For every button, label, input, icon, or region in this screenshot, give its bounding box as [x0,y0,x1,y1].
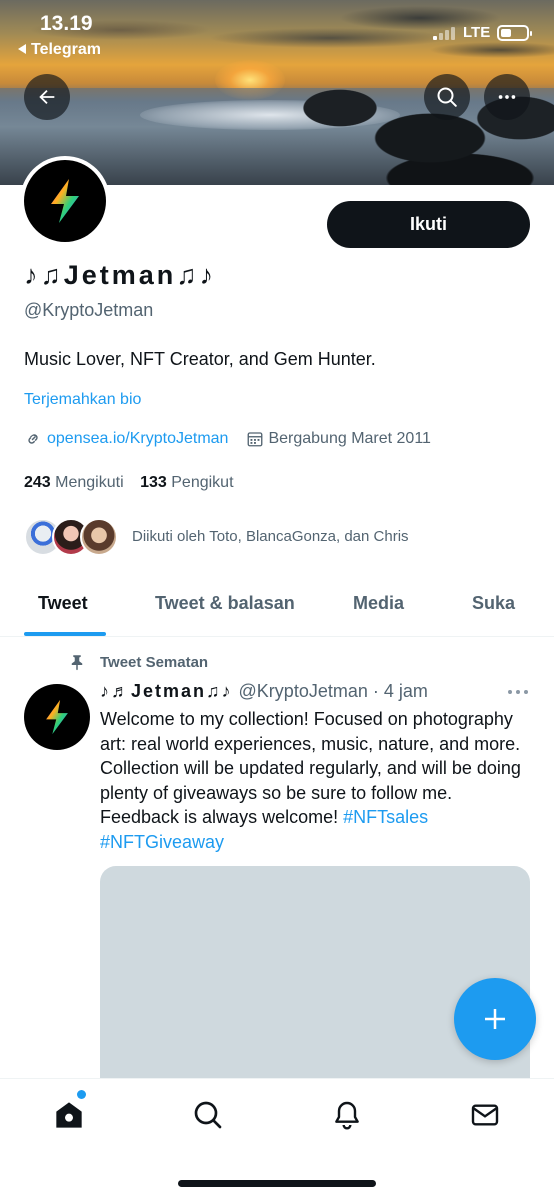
nav-messages[interactable] [469,1099,501,1136]
battery-icon [497,25,532,41]
link-icon [28,434,38,444]
lightning-bolt-icon [46,699,68,735]
search-icon [437,87,457,107]
avatar-image [24,160,106,242]
search-button[interactable] [424,74,470,120]
signal-icon [433,26,455,40]
followed-by-text: Diikuti oleh Toto, BlancaGonza, dan Chri… [132,528,409,545]
profile-bio: Music Lover, NFT Creator, and Gem Hunter… [24,349,376,369]
followers-count: 133 [140,474,167,491]
pinned-label: Tweet Sematan [68,652,208,672]
compose-tweet-button[interactable] [454,978,536,1060]
profile-avatar[interactable] [20,156,110,246]
arrow-left-icon [39,89,55,105]
join-date: Bergabung Maret 2011 [246,430,431,448]
back-button[interactable] [24,74,70,120]
back-to-app-link[interactable]: Telegram [18,41,101,59]
back-triangle-icon [18,44,26,54]
calendar-icon [248,432,263,447]
tweet-more-button[interactable] [506,684,530,705]
hashtag-link[interactable]: #NFTsales [343,807,428,827]
tweet-author-name[interactable]: ♪♬Jetman♫♪ [100,681,233,701]
profile-name: ♪♫Jetman♫♪ [24,260,217,290]
followed-by-row[interactable]: Diikuti oleh Toto, BlancaGonza, dan Chri… [24,518,544,560]
following-count: 243 [24,474,51,491]
home-notification-dot [77,1090,86,1099]
website-link[interactable]: opensea.io/KryptoJetman [47,430,228,448]
bell-icon [335,1101,359,1130]
tab-tweet-replies[interactable]: Tweet & balasan [155,593,295,614]
status-time: 13.19 [40,12,93,35]
follow-button[interactable]: Ikuti [327,201,530,248]
tweet-author-avatar[interactable] [24,684,90,750]
active-tab-indicator [24,632,106,636]
following-label: Mengikuti [55,474,124,491]
plus-icon [485,1009,505,1029]
follower-avatar [80,518,118,556]
search-icon [194,1101,222,1129]
more-horizontal-icon [498,95,516,99]
profile-handle: @KryptoJetman [24,300,154,320]
nav-home[interactable] [53,1099,85,1136]
hashtag-link[interactable]: #NFTGiveaway [100,832,224,852]
home-indicator [178,1180,376,1187]
join-date-label: Bergabung Maret 2011 [268,430,431,447]
tweet-header: ♪♬Jetman♫♪ @KryptoJetman · 4 jam [100,681,428,702]
tweet-time: · 4 jam [372,681,428,701]
following-link[interactable]: 243 Mengikuti [24,474,124,491]
followers-label: Pengikut [171,474,234,491]
back-app-label: Telegram [31,41,101,58]
tweet-author-handle: @KryptoJetman [238,681,368,701]
status-bar: 13.19 Telegram LTE [0,0,554,70]
pinned-text: Tweet Sematan [100,653,209,671]
profile-tabs: Tweet Tweet & balasan Media Suka [0,580,554,637]
nav-notifications[interactable] [331,1099,363,1136]
tab-likes[interactable]: Suka [472,593,515,614]
tab-tweet[interactable]: Tweet [38,593,88,614]
home-icon [56,1102,82,1128]
followers-link[interactable]: 133 Pengikut [140,474,233,491]
more-horizontal-icon [508,690,528,694]
tab-media[interactable]: Media [353,593,404,614]
more-button[interactable] [484,74,530,120]
network-label: LTE [463,24,491,41]
lightning-bolt-icon [51,179,79,223]
follow-counts: 243 Mengikuti 133 Pengikut [24,474,234,492]
nav-explore[interactable] [192,1099,224,1136]
pin-icon [71,655,83,671]
tweet-text: Welcome to my collection! Focused on pho… [100,707,530,854]
mail-icon [471,1104,499,1126]
profile-meta: opensea.io/KryptoJetman Bergabung Maret … [24,430,431,448]
translate-bio-link[interactable]: Terjemahkan bio [24,391,141,409]
tweet-text-body: Welcome to my collection! Focused on pho… [100,709,521,827]
